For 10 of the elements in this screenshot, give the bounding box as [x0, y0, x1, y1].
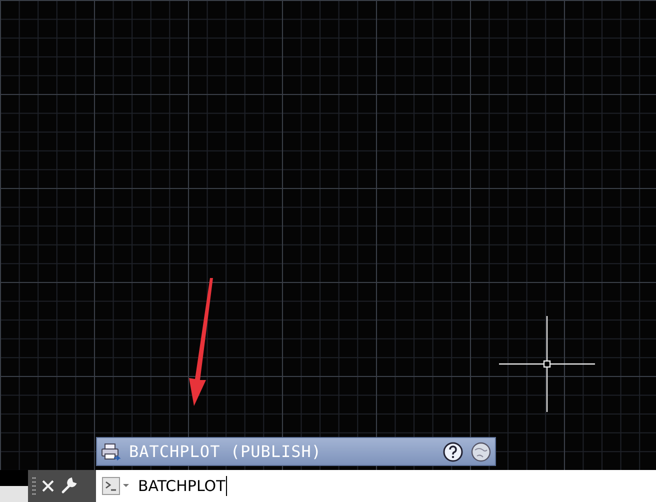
wrench-icon[interactable]	[60, 477, 78, 495]
printer-icon	[101, 442, 121, 460]
close-icon[interactable]	[42, 480, 54, 492]
status-strip	[0, 486, 28, 502]
command-prompt-icon[interactable]	[102, 477, 132, 495]
crosshair-cursor-icon	[499, 316, 595, 412]
command-text: BATCHPLOT	[138, 476, 228, 496]
help-icon[interactable]	[443, 442, 463, 462]
grip-icon[interactable]	[32, 476, 36, 496]
command-input-field[interactable]: BATCHPLOT	[96, 470, 656, 502]
